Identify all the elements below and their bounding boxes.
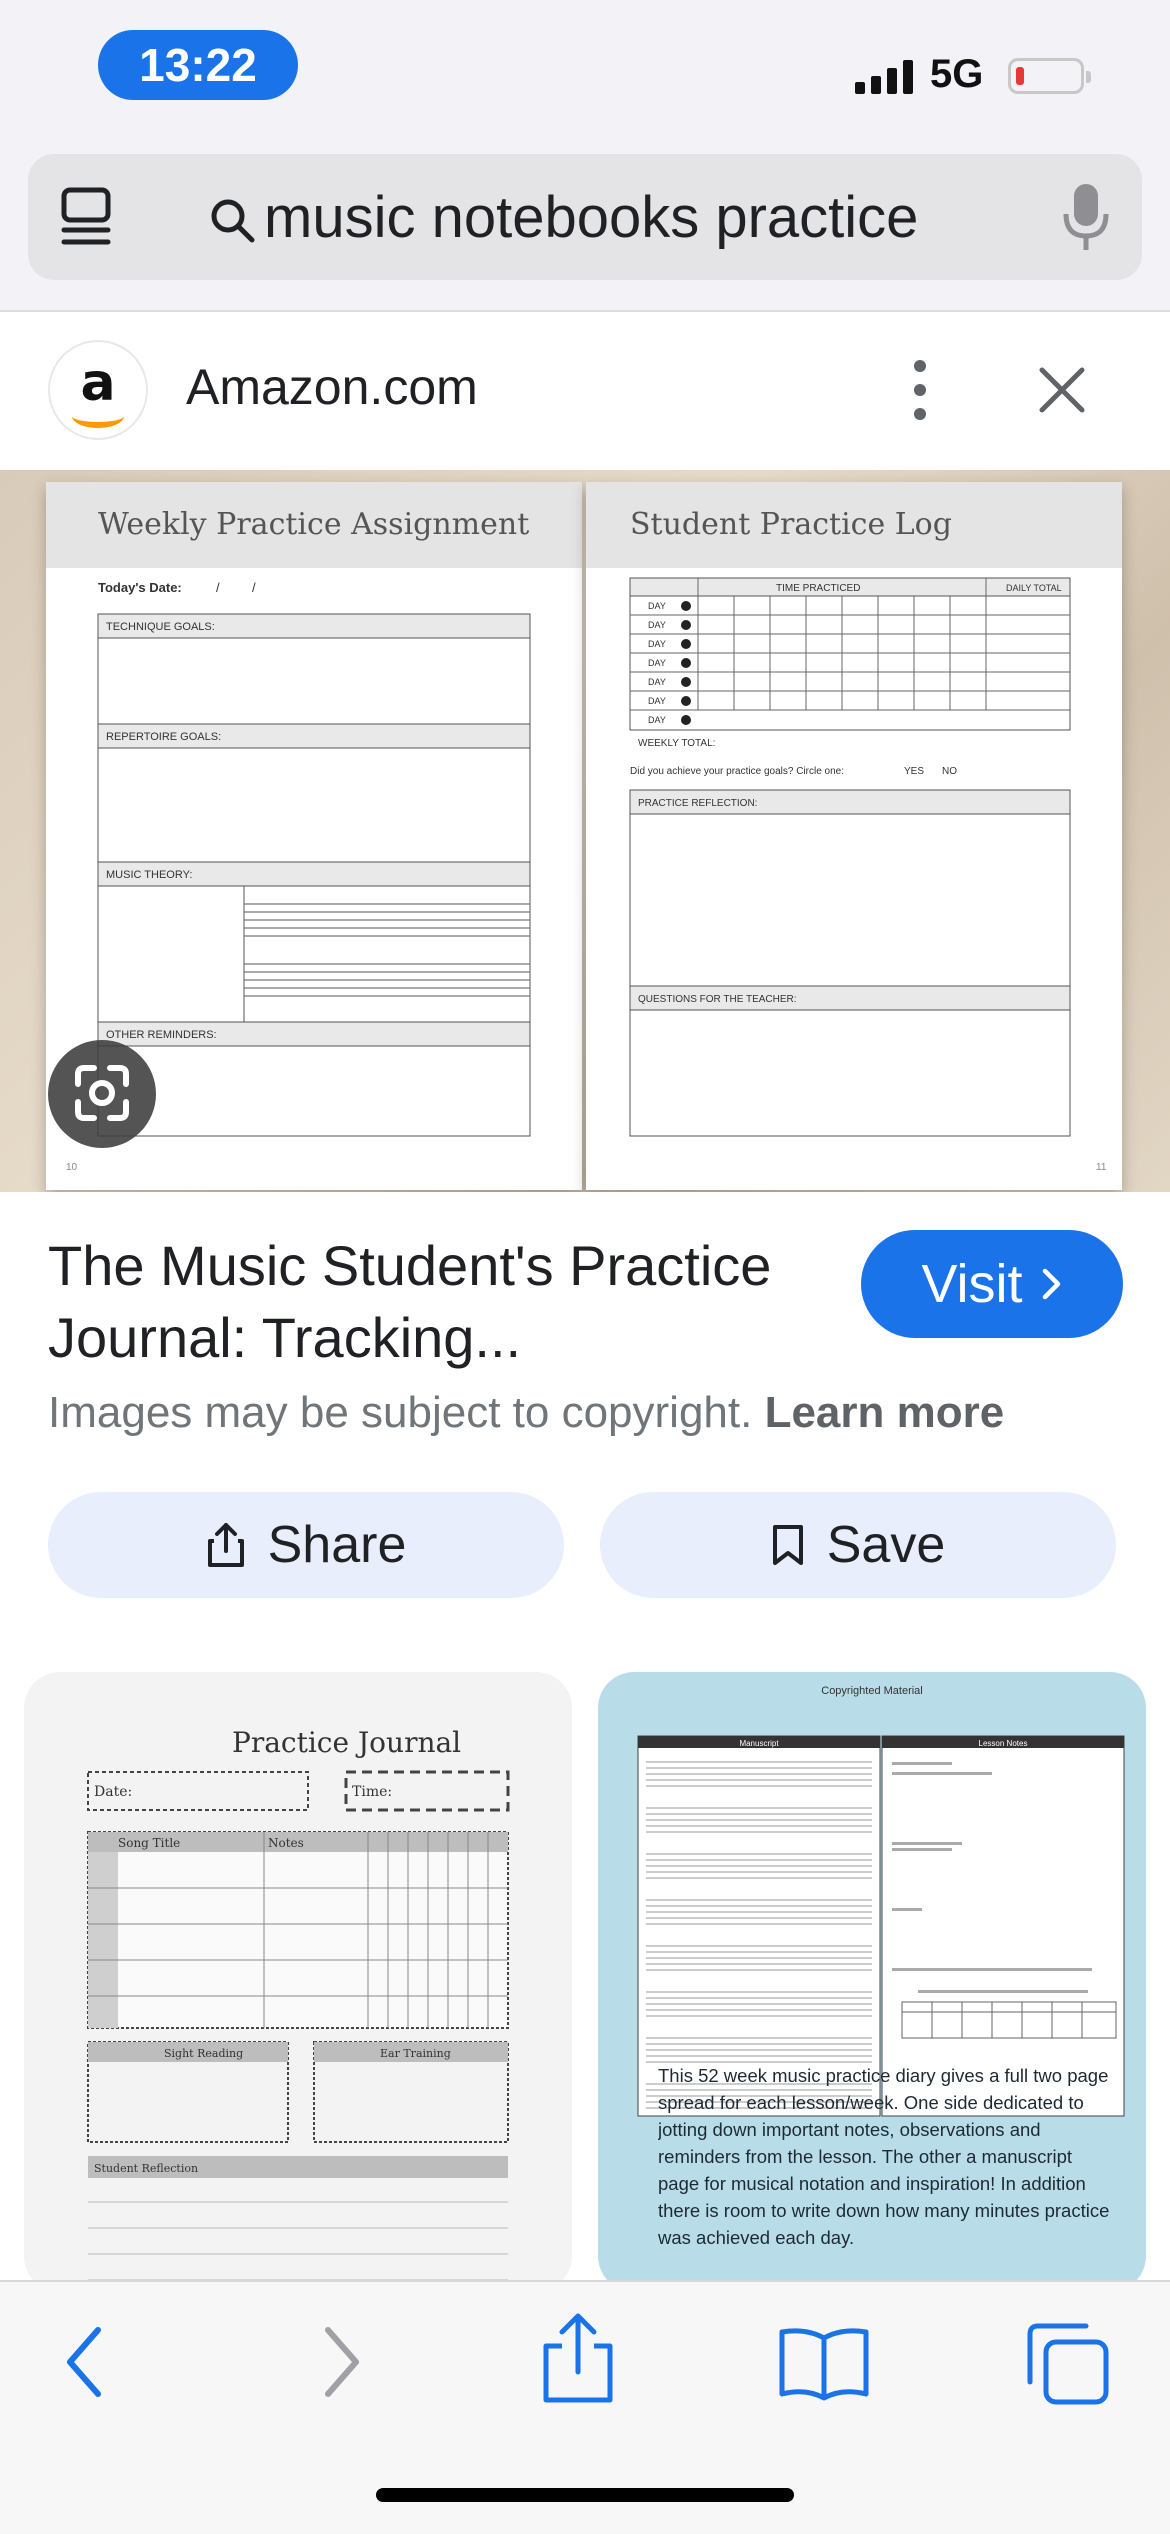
svg-text:Lesson Notes: Lesson Notes bbox=[979, 1739, 1028, 1748]
save-label: Save bbox=[826, 1516, 946, 1574]
tabs-icon[interactable] bbox=[58, 186, 118, 248]
save-button[interactable]: Save bbox=[600, 1492, 1116, 1598]
result-image[interactable]: Weekly Practice Assignment Today's Date:… bbox=[0, 470, 1170, 1192]
status-bar: 13:22 5G bbox=[0, 0, 1170, 150]
weekly-total-label: WEEKLY TOTAL: bbox=[638, 738, 715, 749]
repertoire-label: REPERTOIRE GOALS: bbox=[106, 731, 221, 743]
signal-icon bbox=[855, 58, 913, 94]
share-button[interactable]: Share bbox=[48, 1492, 564, 1598]
share-sheet-icon[interactable] bbox=[540, 2312, 616, 2406]
goals-question: Did you achieve your practice goals? Cir… bbox=[630, 766, 844, 777]
svg-text:DAY: DAY bbox=[648, 639, 666, 649]
source-header: a Amazon.com bbox=[0, 312, 1170, 472]
copyright-text: Images may be subject to copyright. bbox=[48, 1388, 753, 1437]
left-page-title: Weekly Practice Assignment bbox=[46, 482, 582, 568]
svg-text:DAY: DAY bbox=[648, 715, 666, 725]
chevron-right-icon bbox=[1042, 1268, 1060, 1300]
left-page-number: 10 bbox=[66, 1162, 78, 1173]
copyright-notice: Images may be subject to copyright. Lear… bbox=[48, 1388, 1004, 1438]
svg-text:Ear Training: Ear Training bbox=[380, 2047, 451, 2060]
share-label: Share bbox=[267, 1516, 407, 1574]
theory-label: MUSIC THEORY: bbox=[106, 869, 192, 881]
svg-text:Sight Reading: Sight Reading bbox=[164, 2047, 243, 2060]
bookmarks-icon[interactable] bbox=[776, 2326, 872, 2402]
svg-text:Song Title: Song Title bbox=[118, 1836, 180, 1850]
right-page-number: 11 bbox=[1096, 1162, 1107, 1173]
bookmark-icon bbox=[772, 1525, 803, 1565]
svg-text:Copyrighted Material: Copyrighted Material bbox=[821, 1685, 923, 1697]
date-label: Today's Date: bbox=[98, 580, 182, 595]
network-type: 5G bbox=[930, 52, 984, 96]
search-bar[interactable]: music notebooks practice bbox=[28, 154, 1142, 280]
learn-more-link[interactable]: Learn more bbox=[765, 1388, 1005, 1437]
result-title[interactable]: The Music Student's Practice Journal: Tr… bbox=[48, 1230, 838, 1374]
card1-title: Practice Journal bbox=[232, 1726, 461, 1759]
svg-text:DAY: DAY bbox=[648, 601, 666, 611]
daily-total-label: DAILY TOTAL bbox=[1006, 583, 1062, 593]
status-time: 13:22 bbox=[98, 30, 298, 100]
search-icon bbox=[211, 199, 255, 243]
svg-text:DAY: DAY bbox=[648, 658, 666, 668]
share-icon bbox=[207, 1523, 244, 1567]
source-name[interactable]: Amazon.com bbox=[186, 358, 478, 416]
svg-text:Time:: Time: bbox=[352, 1784, 392, 1800]
svg-text:NO: NO bbox=[942, 766, 957, 777]
time-practiced-label: TIME PRACTICED bbox=[776, 583, 860, 594]
related-result-card[interactable]: Practice Journal Date: Time: Song Title … bbox=[24, 1672, 572, 2292]
card2-description: This 52 week music practice diary gives … bbox=[658, 2065, 1110, 2248]
svg-text:YES: YES bbox=[904, 766, 924, 777]
google-lens-button[interactable] bbox=[48, 1040, 156, 1148]
more-vert-icon[interactable] bbox=[900, 350, 940, 430]
svg-text:DAY: DAY bbox=[648, 620, 666, 630]
svg-text:/: / bbox=[252, 580, 256, 595]
svg-text:Manuscript: Manuscript bbox=[739, 1739, 779, 1748]
google-lens-icon bbox=[75, 1065, 129, 1121]
microphone-icon[interactable] bbox=[1058, 182, 1114, 254]
svg-text:DAY: DAY bbox=[648, 696, 666, 706]
search-input[interactable]: music notebooks practice bbox=[264, 184, 918, 251]
home-indicator[interactable] bbox=[376, 2488, 794, 2502]
svg-text:DAY: DAY bbox=[648, 677, 666, 687]
svg-text:Date:: Date: bbox=[94, 1784, 132, 1800]
visit-label: Visit bbox=[921, 1254, 1023, 1314]
practice-journal-thumbnail: Practice Journal Date: Time: Song Title … bbox=[87, 1726, 510, 2281]
related-result-card[interactable]: Copyrighted Material Manuscript Lesson N… bbox=[598, 1672, 1146, 2292]
svg-text:Notes: Notes bbox=[268, 1836, 304, 1850]
svg-text:/: / bbox=[216, 580, 220, 595]
back-icon[interactable] bbox=[60, 2322, 110, 2402]
svg-text:Student Reflection: Student Reflection bbox=[94, 2162, 198, 2175]
browser-top-bar: music notebooks practice bbox=[0, 150, 1170, 312]
right-page: Student Practice Log TIME PRACTICED DAIL… bbox=[586, 482, 1122, 1190]
forward-icon[interactable] bbox=[316, 2322, 366, 2402]
amazon-logo: a bbox=[48, 340, 148, 440]
battery-icon bbox=[1008, 58, 1091, 94]
visit-button[interactable]: Visit bbox=[861, 1230, 1123, 1338]
tabs-overview-icon[interactable] bbox=[1024, 2320, 1112, 2408]
technique-label: TECHNIQUE GOALS: bbox=[106, 621, 215, 633]
questions-label: QUESTIONS FOR THE TEACHER: bbox=[638, 994, 797, 1005]
music-practice-diary-thumbnail: Copyrighted Material Manuscript Lesson N… bbox=[637, 1685, 1125, 2248]
practice-log-form: TIME PRACTICED DAILY TOTAL DAY DAY DAY D… bbox=[629, 577, 1107, 1173]
reflection-label: PRACTICE REFLECTION: bbox=[638, 798, 757, 809]
right-page-title: Student Practice Log bbox=[586, 482, 1122, 568]
close-icon[interactable] bbox=[1032, 360, 1092, 420]
